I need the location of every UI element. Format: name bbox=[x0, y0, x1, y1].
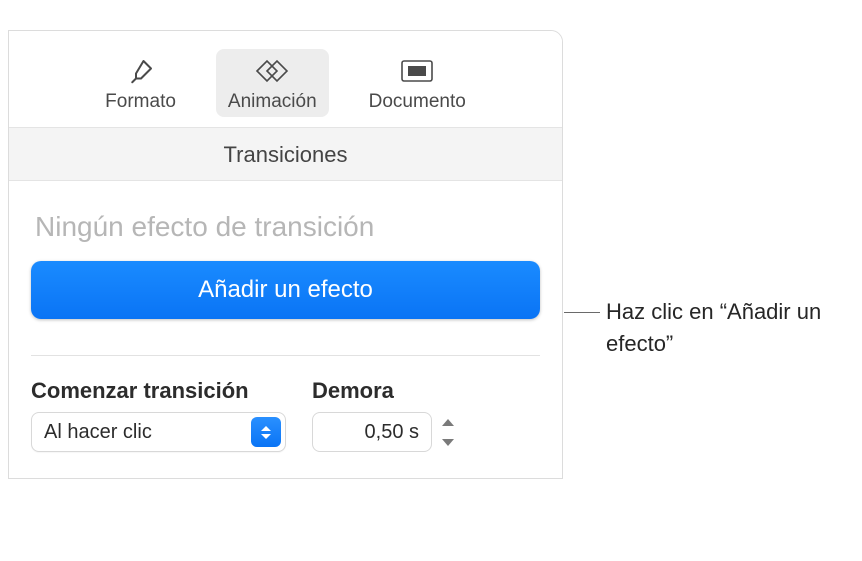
tab-label: Animación bbox=[228, 91, 317, 113]
tab-label: Documento bbox=[369, 91, 466, 113]
tab-document[interactable]: Documento bbox=[357, 49, 478, 117]
chevron-down-icon bbox=[261, 434, 271, 439]
delay-label: Demora bbox=[312, 378, 458, 404]
transitions-content: Ningún efecto de transición Añadir un ef… bbox=[9, 181, 562, 478]
start-transition-field: Comenzar transición Al hacer clic bbox=[31, 378, 286, 452]
inspector-panel: Formato Animación Documento Transiciones bbox=[8, 30, 563, 479]
select-value: Al hacer clic bbox=[44, 421, 152, 444]
tab-format[interactable]: Formato bbox=[93, 49, 188, 117]
tab-animation[interactable]: Animación bbox=[216, 49, 329, 117]
delay-spinner: 0,50 s bbox=[312, 412, 458, 452]
chevron-up-icon bbox=[261, 426, 271, 431]
options-row: Comenzar transición Al hacer clic Demora… bbox=[31, 378, 540, 452]
select-toggle-icon bbox=[251, 417, 281, 447]
delay-stepper bbox=[438, 412, 458, 452]
callout-leader-line bbox=[564, 312, 600, 313]
chevron-up-icon bbox=[442, 419, 454, 426]
delay-field: Demora 0,50 s bbox=[312, 378, 458, 452]
start-transition-label: Comenzar transición bbox=[31, 378, 286, 404]
delay-input[interactable]: 0,50 s bbox=[312, 412, 432, 452]
section-title: Transiciones bbox=[9, 128, 562, 181]
document-icon bbox=[400, 55, 434, 87]
no-effect-label: Ningún efecto de transición bbox=[31, 211, 540, 243]
chevron-down-icon bbox=[442, 439, 454, 446]
start-transition-select[interactable]: Al hacer clic bbox=[31, 412, 286, 452]
tab-label: Formato bbox=[105, 91, 176, 113]
paintbrush-icon bbox=[126, 55, 156, 87]
stepper-up-button[interactable] bbox=[438, 414, 458, 430]
divider bbox=[31, 355, 540, 356]
add-effect-button[interactable]: Añadir un efecto bbox=[31, 261, 540, 319]
animation-icon bbox=[253, 55, 291, 87]
callout-text: Haz clic en “Añadir un efecto” bbox=[606, 296, 846, 360]
stepper-down-button[interactable] bbox=[438, 434, 458, 450]
inspector-tabs: Formato Animación Documento bbox=[9, 31, 562, 128]
